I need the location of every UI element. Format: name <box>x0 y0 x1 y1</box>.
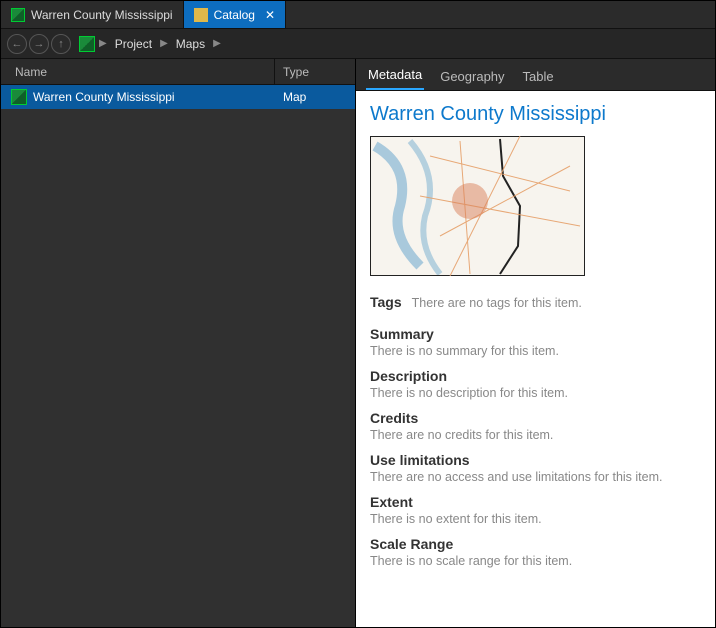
tab-metadata[interactable]: Metadata <box>366 61 424 90</box>
map-thumbnail <box>370 136 585 276</box>
tab-label: Warren County Mississippi <box>31 8 173 22</box>
value-tags: There are no tags for this item. <box>412 296 582 310</box>
breadcrumb-maps[interactable]: Maps <box>172 35 209 53</box>
chevron-right-icon: ▶ <box>158 38 170 49</box>
value-summary: There is no summary for this item. <box>370 344 701 358</box>
breadcrumb: ▶ Project ▶ Maps ▶ <box>79 35 709 53</box>
navbar: ← → ↑ ▶ Project ▶ Maps ▶ <box>1 29 715 59</box>
column-header-type[interactable]: Type <box>275 59 355 84</box>
item-type: Map <box>275 90 355 104</box>
up-button[interactable]: ↑ <box>51 34 71 54</box>
heading-summary: Summary <box>370 326 701 342</box>
tab-label: Catalog <box>214 8 255 22</box>
metadata-pane: Warren County Mississippi <box>356 91 715 627</box>
value-extent: There is no extent for this item. <box>370 512 701 526</box>
value-description: There is no description for this item. <box>370 386 701 400</box>
heading-tags: Tags <box>370 294 402 310</box>
map-icon <box>11 8 25 22</box>
tab-geography[interactable]: Geography <box>438 63 506 90</box>
heading-description: Description <box>370 368 701 384</box>
main-split: Name Type Warren County Mississippi Map … <box>1 59 715 627</box>
project-icon <box>79 36 95 52</box>
close-icon[interactable]: ✕ <box>265 8 275 22</box>
item-name: Warren County Mississippi <box>33 90 175 104</box>
list-header: Name Type <box>1 59 355 85</box>
catalog-list: Name Type Warren County Mississippi Map <box>1 59 356 627</box>
heading-extent: Extent <box>370 494 701 510</box>
tab-catalog[interactable]: Catalog ✕ <box>184 1 286 28</box>
heading-scale-range: Scale Range <box>370 536 701 552</box>
value-credits: There are no credits for this item. <box>370 428 701 442</box>
chevron-right-icon: ▶ <box>97 38 109 49</box>
document-tabbar: Warren County Mississippi Catalog ✕ <box>1 1 715 29</box>
value-scale-range: There is no scale range for this item. <box>370 554 701 568</box>
list-body: Warren County Mississippi Map <box>1 85 355 627</box>
panel-tabs: Metadata Geography Table <box>356 59 715 91</box>
heading-credits: Credits <box>370 410 701 426</box>
breadcrumb-project[interactable]: Project <box>111 35 156 53</box>
metadata-title: Warren County Mississippi <box>370 103 701 126</box>
list-item[interactable]: Warren County Mississippi Map <box>1 85 355 109</box>
map-icon <box>11 89 27 105</box>
tab-warren-county[interactable]: Warren County Mississippi <box>1 1 184 28</box>
chevron-right-icon: ▶ <box>211 38 223 49</box>
back-button[interactable]: ← <box>7 34 27 54</box>
folder-icon <box>194 8 208 22</box>
column-header-name[interactable]: Name <box>1 59 275 84</box>
forward-button[interactable]: → <box>29 34 49 54</box>
value-use-limitations: There are no access and use limitations … <box>370 470 701 484</box>
details-panel: Metadata Geography Table Warren County M… <box>356 59 715 627</box>
heading-use-limitations: Use limitations <box>370 452 701 468</box>
tab-table[interactable]: Table <box>521 63 556 90</box>
